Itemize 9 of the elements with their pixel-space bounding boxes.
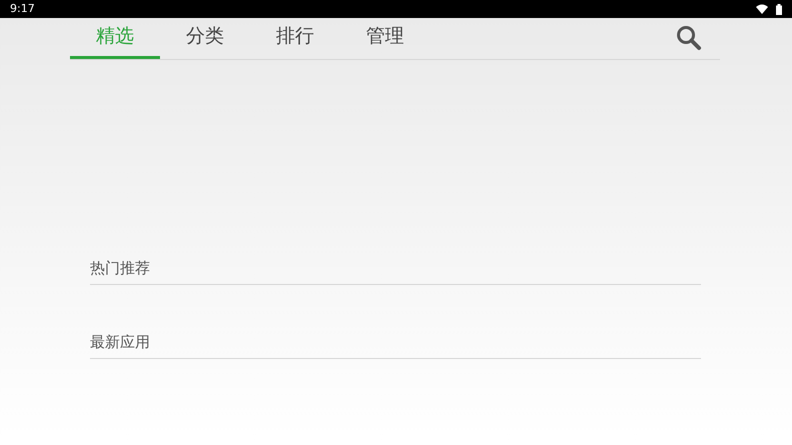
wifi-icon [756,4,768,14]
tab[interactable]: 分类 [160,17,250,59]
search-icon[interactable] [676,25,702,51]
tab[interactable]: 排行 [250,17,340,59]
section-title: 热门推荐 [90,259,150,277]
tab[interactable]: 管理 [340,17,430,59]
status-time: 9:17 [10,0,35,17]
section-title: 最新应用 [90,333,150,351]
battery-icon [776,4,782,14]
